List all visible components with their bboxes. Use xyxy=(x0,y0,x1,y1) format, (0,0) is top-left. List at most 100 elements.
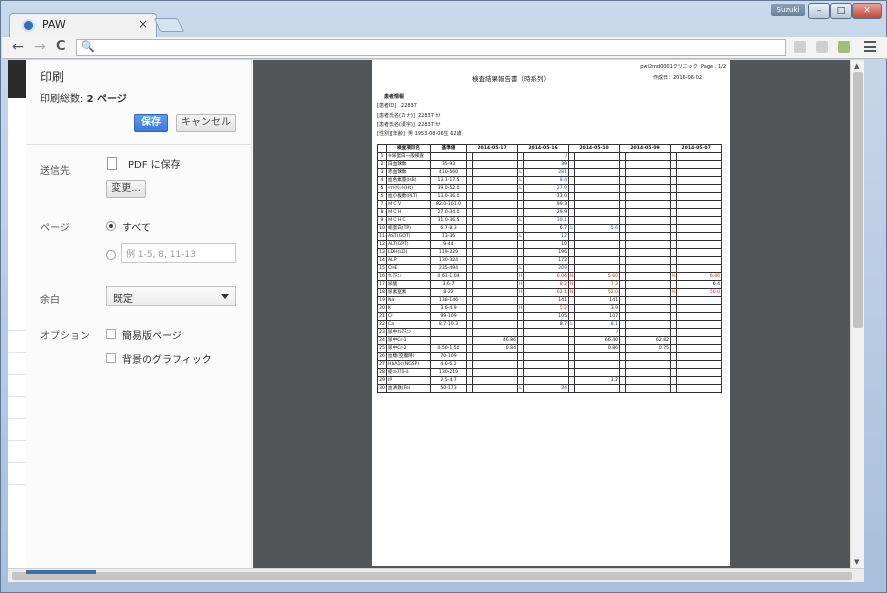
tab-paw[interactable]: PAW × xyxy=(9,13,157,37)
item-name: ＭＣＶ xyxy=(386,200,431,209)
scroll-up-icon[interactable]: ▲ xyxy=(854,62,859,70)
item-name: 総蛋白(TP) xyxy=(386,224,431,233)
reference-range: 82.0-101.0 xyxy=(430,200,467,209)
value-cell: 99.3 xyxy=(523,200,570,209)
value-cell xyxy=(625,184,672,193)
table-row: 27 HbA1c(NGSP) 4.6-6.2 xyxy=(377,360,723,369)
background-page-strip xyxy=(8,60,26,568)
value-cell xyxy=(676,264,723,273)
table-row: 29 IP 2.5-4.7 3.2 xyxy=(377,376,723,385)
value-cell: 5.2 xyxy=(523,304,570,313)
value-cell: 209 xyxy=(523,264,570,273)
background-graphics-checkbox[interactable] xyxy=(106,353,116,363)
value-cell xyxy=(471,312,519,321)
horizontal-scrollbar[interactable] xyxy=(8,568,864,582)
item-name: 尿中Cr-2 xyxy=(386,344,431,353)
item-name: 尿中Cr-1 xyxy=(386,336,431,345)
row-number: 27 xyxy=(377,360,387,369)
value-cell xyxy=(676,352,723,361)
value-cell xyxy=(625,152,672,161)
item-name: ＭＣＨＣ xyxy=(386,216,431,225)
pages-range-input[interactable]: 例 1-5, 8, 11-13 xyxy=(121,243,236,263)
value-cell xyxy=(625,360,672,369)
value-cell: 8.2 xyxy=(523,280,570,289)
clinic-name: pwi2md0001クリニック xyxy=(640,64,698,70)
chevron-down-icon xyxy=(221,294,229,299)
tab-close-icon[interactable]: × xyxy=(138,17,148,31)
patient-sex-age-value: 男 1953-08-06生 62歳 xyxy=(408,131,462,137)
margin-select[interactable]: 既定 xyxy=(106,286,236,306)
value-cell: 12 xyxy=(523,232,570,241)
reference-range xyxy=(430,328,467,337)
horizontal-scroll-thumb[interactable] xyxy=(12,572,852,580)
item-name: 尿酸 xyxy=(386,280,431,289)
col-header-ref: 基準値 xyxy=(430,144,467,153)
reference-range: 235-494 xyxy=(430,264,467,273)
value-cell xyxy=(676,312,723,321)
row-number: 23 xyxy=(377,328,387,337)
value-cell: 27.9 xyxy=(523,184,570,193)
row-number: 6 xyxy=(377,192,387,201)
reference-range xyxy=(430,336,467,345)
extension-icon[interactable] xyxy=(816,41,828,53)
share-icon[interactable] xyxy=(794,41,806,53)
value-cell: 34 xyxy=(523,384,570,393)
value-cell: 8.7 xyxy=(523,320,570,329)
item-name: Cl xyxy=(386,312,431,321)
scroll-down-icon[interactable]: ▼ xyxy=(854,558,859,566)
pages-custom-radio[interactable] xyxy=(106,250,116,260)
row-number: 14 xyxy=(377,256,387,265)
table-row: 18 尿素窒素 8-22 H 62.1 H 52.0 H 50.0 xyxy=(377,288,723,297)
table-row: 11 AST(GOT) 13-36 L 12 xyxy=(377,232,723,241)
back-icon[interactable]: ← xyxy=(12,39,24,55)
new-tab-button[interactable] xyxy=(153,18,185,32)
forward-icon[interactable]: → xyxy=(34,39,46,55)
patient-kanji: [患者氏名(漢字)] 22837 ｶﾅ xyxy=(377,121,441,128)
patient-kanji-value: 22837 ｶﾅ xyxy=(418,122,441,128)
value-cell: 105 xyxy=(523,312,570,321)
destination-label: 送信先 xyxy=(40,166,70,177)
item-name: ALP xyxy=(386,256,431,265)
save-button[interactable]: 保存 xyxy=(134,114,168,132)
paw-favicon-icon xyxy=(22,19,35,32)
change-destination-button[interactable]: 変更... xyxy=(106,180,146,198)
simple-page-checkbox[interactable] xyxy=(106,329,116,339)
item-name: Ca xyxy=(386,320,431,329)
value-cell xyxy=(471,352,519,361)
value-cell xyxy=(574,248,621,257)
minimize-button[interactable]: – xyxy=(808,3,830,19)
value-cell xyxy=(574,160,621,169)
pages-all-label: すべて xyxy=(122,223,151,234)
value-cell xyxy=(625,208,672,217)
patient-id-value: 22837 xyxy=(401,103,417,109)
cancel-button[interactable]: キャンセル xyxy=(176,114,236,132)
vertical-scrollbar[interactable]: ▲ ▼ xyxy=(850,60,864,568)
value-cell xyxy=(471,304,519,313)
value-cell xyxy=(471,248,519,257)
value-cell xyxy=(523,336,570,345)
search-icon: 🔍 xyxy=(81,40,95,53)
col-header-date: 2014-05-17 xyxy=(465,144,519,153)
row-number: 19 xyxy=(377,296,387,305)
close-window-button[interactable]: ✕ xyxy=(852,3,882,19)
value-cell xyxy=(625,352,672,361)
table-row: 3 赤血球数 410-560 L 281 xyxy=(377,168,723,177)
extension-grid-icon[interactable] xyxy=(838,41,850,53)
table-row: 6 血小板数(PLT) 13.0-36.0 33.0 xyxy=(377,192,723,201)
menu-icon[interactable] xyxy=(864,41,876,52)
value-cell xyxy=(676,248,723,257)
row-number: 10 xyxy=(377,224,387,233)
item-name: 赤血球数 xyxy=(386,168,431,177)
value-cell xyxy=(471,232,519,241)
row-number: 13 xyxy=(377,248,387,257)
vertical-scroll-thumb[interactable] xyxy=(853,72,863,328)
reference-range: 13.1-17.5 xyxy=(430,176,467,185)
reference-range: 410-560 xyxy=(430,168,467,177)
pages-all-radio[interactable] xyxy=(106,221,116,231)
value-cell xyxy=(471,200,519,209)
maximize-button[interactable]: □ xyxy=(830,3,852,19)
address-bar[interactable]: 🔍 xyxy=(76,39,786,56)
value-cell: 196 xyxy=(523,248,570,257)
reload-icon[interactable]: C xyxy=(56,39,66,54)
user-badge[interactable]: Suzuki xyxy=(771,4,805,16)
